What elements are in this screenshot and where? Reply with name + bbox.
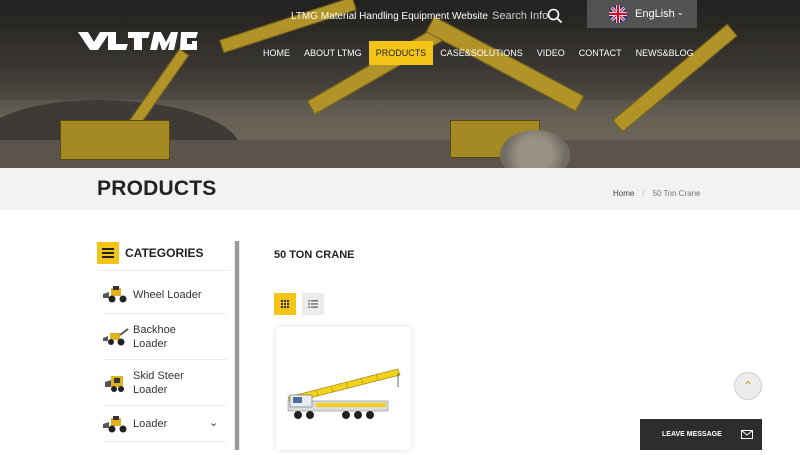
breadcrumb-separator: /	[642, 189, 645, 198]
skid-steer-loader-thumbnail	[105, 376, 124, 392]
categories-title: CATEGORIES	[125, 246, 204, 260]
nav-home[interactable]: HOME	[256, 41, 297, 65]
main-nav: HOME ABOUT LTMG PRODUCTS CASE&SOLUTIONS …	[256, 41, 701, 65]
breadcrumb-current: 50 Ton Crane	[652, 189, 701, 198]
hero-banner: LTMG Material Handling Equipment Website…	[0, 0, 800, 168]
search-input[interactable]: Search Info	[492, 10, 548, 22]
wheel-loader-thumbnail	[103, 286, 127, 303]
uk-flag-icon	[609, 5, 627, 23]
categories-sidebar: CATEGORIES Wheel Loader Backhoe Loader S…	[97, 241, 240, 450]
list-view-icon	[308, 300, 318, 308]
sidebar-item-backhoe-loader[interactable]: Backhoe Loader	[103, 314, 227, 360]
mail-icon	[741, 430, 753, 439]
ltmg-logo[interactable]	[78, 30, 198, 52]
sidebar-item-label: Backhoe Loader	[133, 324, 176, 350]
site-tagline: LTMG Material Handling Equipment Website	[291, 11, 488, 22]
page-title: PRODUCTS	[97, 177, 217, 200]
breadcrumb-home[interactable]: Home	[613, 189, 634, 198]
nav-about[interactable]: ABOUT LTMG	[297, 41, 369, 65]
sidebar-item-label: Loader	[133, 418, 168, 430]
product-card[interactable]	[276, 327, 411, 450]
language-selector[interactable]: EngLish ⌄	[587, 0, 697, 28]
nav-products[interactable]: PRODUCTS	[368, 41, 434, 65]
section-title: 50 TON CRANE	[274, 249, 355, 261]
chevron-up-icon: ⌃	[742, 379, 754, 393]
page-header: PRODUCTS Home / 50 Ton Crane	[0, 168, 800, 210]
chevron-down-icon[interactable]: ⌄	[209, 416, 218, 429]
leave-message-button[interactable]: LEAVE MESSAGE	[640, 419, 762, 450]
nav-contact[interactable]: CONTACT	[572, 41, 629, 65]
breadcrumb: Home / 50 Ton Crane	[613, 189, 700, 198]
sidebar-item-wheel-loader[interactable]: Wheel Loader	[103, 274, 227, 314]
sidebar-scrollbar-thumb[interactable]	[235, 241, 239, 450]
crane-truck-image	[287, 368, 401, 419]
list-view-button[interactable]	[302, 293, 324, 315]
chevron-down-icon: ⌄	[677, 8, 684, 17]
backhoe-loader-thumbnail	[103, 328, 129, 346]
search-icon[interactable]	[547, 8, 563, 24]
nav-news-blog[interactable]: NEWS&BLOG	[629, 41, 701, 65]
sidebar-item-label: Skid Steer Loader	[133, 370, 184, 396]
back-to-top-button[interactable]: ⌃	[734, 372, 762, 400]
list-icon	[97, 242, 119, 264]
nav-video[interactable]: VIDEO	[530, 41, 572, 65]
sidebar-item-skid-steer-loader[interactable]: Skid Steer Loader	[103, 360, 227, 406]
leave-message-label: LEAVE MESSAGE	[662, 431, 722, 438]
grid-view-button[interactable]	[274, 293, 296, 315]
language-label: EngLish	[635, 8, 675, 20]
sidebar-item-loader[interactable]: Loader ⌄	[103, 406, 227, 442]
loader-thumbnail	[103, 416, 127, 433]
categories-header: CATEGORIES	[97, 241, 230, 271]
sidebar-item-label: Wheel Loader	[133, 289, 202, 301]
grid-view-icon	[281, 300, 289, 308]
nav-case-solutions[interactable]: CASE&SOLUTIONS	[433, 41, 530, 65]
